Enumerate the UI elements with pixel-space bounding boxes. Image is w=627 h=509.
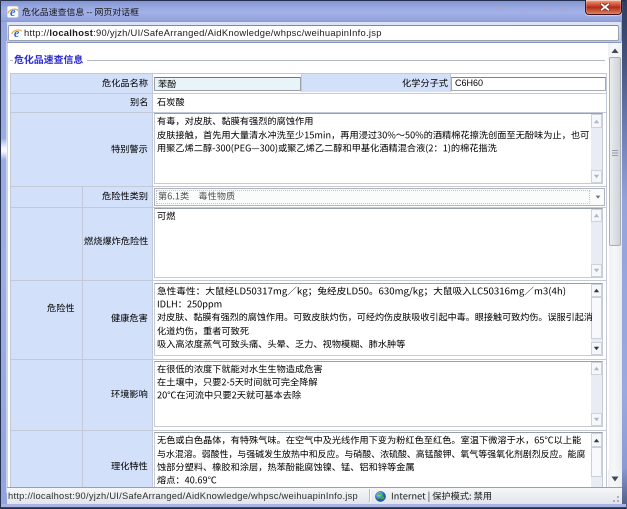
svg-text:e: e <box>10 6 16 18</box>
svg-text:e: e <box>13 27 19 39</box>
